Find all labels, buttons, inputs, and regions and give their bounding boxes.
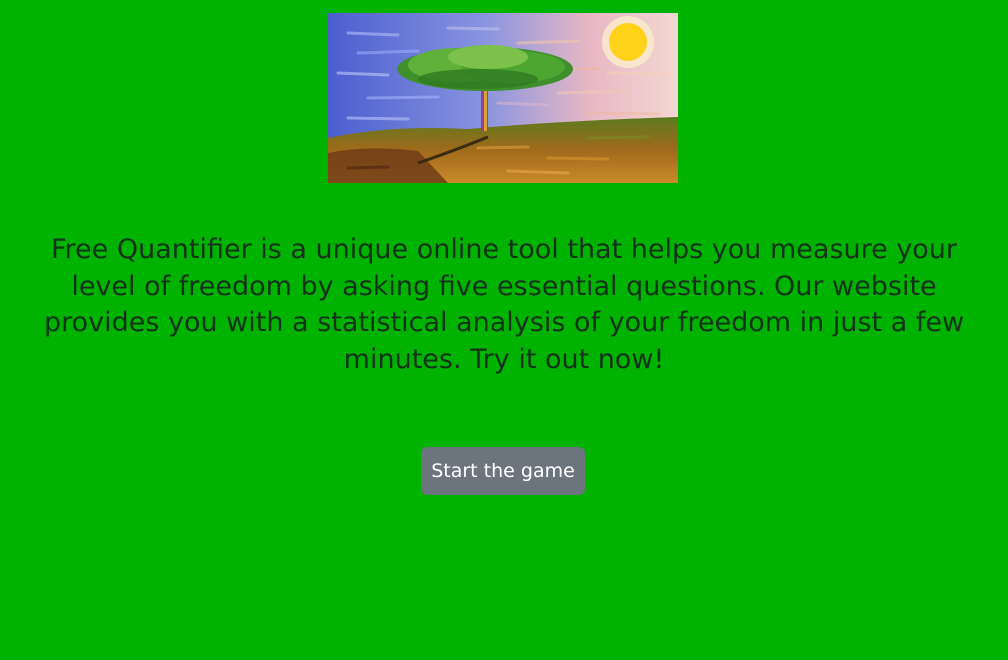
hero-painting-image <box>328 13 678 183</box>
tree-sun-painting <box>328 13 678 183</box>
intro-paragraph: Free Quantifier is a unique online tool … <box>43 234 965 375</box>
start-game-button[interactable]: Start the game <box>421 447 585 495</box>
